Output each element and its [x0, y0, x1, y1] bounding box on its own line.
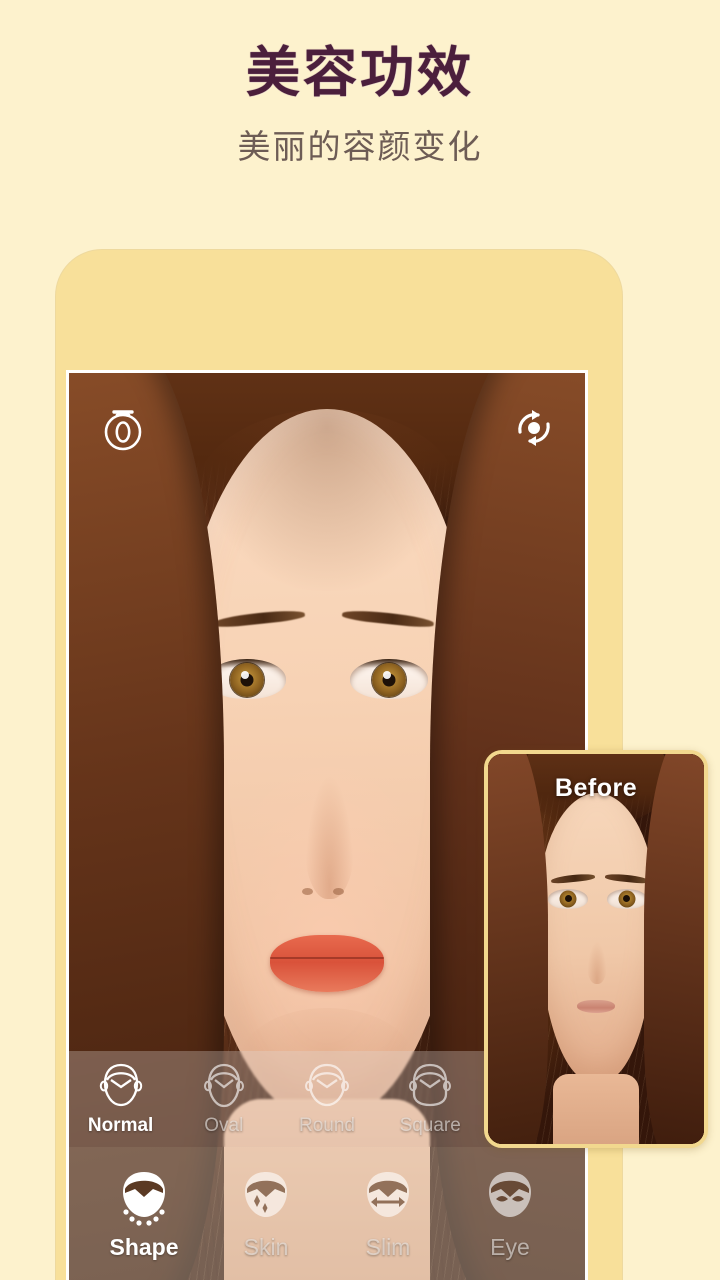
- face-eye-icon: [489, 1171, 531, 1217]
- tool-label: Slim: [365, 1233, 411, 1260]
- shape-option-label: Normal: [87, 1115, 154, 1136]
- page-title: 美容功效: [246, 43, 474, 103]
- flip-camera-control[interactable]: [507, 401, 561, 455]
- tool-skin[interactable]: Skin: [205, 1167, 327, 1261]
- before-photo: [488, 754, 704, 1144]
- shape-option-label: Round: [299, 1115, 355, 1136]
- page-subtitle: 美丽的容颜变化: [237, 128, 483, 166]
- face-skin-icon: [245, 1171, 287, 1217]
- tool-shape[interactable]: Shape: [83, 1167, 205, 1261]
- shape-option-normal[interactable]: Normal: [69, 1061, 172, 1137]
- face-square-icon: [409, 1063, 452, 1107]
- timer-control[interactable]: [95, 400, 151, 456]
- timer-icon: [104, 410, 142, 451]
- tool-label: Eye: [490, 1233, 530, 1260]
- before-preview-panel[interactable]: Before: [484, 750, 708, 1148]
- shape-option-label: Oval: [204, 1115, 244, 1136]
- tool-eye[interactable]: Eye: [449, 1167, 571, 1261]
- camera-flip-icon: [518, 410, 550, 446]
- screenshot-root: 美容功效 美丽的容颜变化 Normal Oval Round Square Sh…: [0, 0, 720, 1280]
- shape-option-square[interactable]: Square: [379, 1061, 482, 1137]
- face-shape-icon: [123, 1171, 165, 1226]
- face-oval-icon: [203, 1063, 244, 1108]
- headline-block: 美容功效 美丽的容颜变化: [0, 0, 720, 168]
- beauty-tool-bar: Shape Skin Slim Eye: [69, 1147, 585, 1280]
- face-slim-icon: [367, 1171, 409, 1217]
- shape-option-label: Square: [399, 1115, 461, 1136]
- tool-label: Skin: [243, 1233, 289, 1260]
- before-label: Before: [554, 774, 638, 802]
- face-round-icon: [305, 1063, 349, 1107]
- tool-label: Shape: [109, 1233, 179, 1260]
- face-normal-icon: [99, 1063, 142, 1107]
- tool-slim[interactable]: Slim: [327, 1167, 449, 1261]
- shape-option-oval[interactable]: Oval: [172, 1061, 275, 1137]
- shape-option-round[interactable]: Round: [275, 1061, 378, 1137]
